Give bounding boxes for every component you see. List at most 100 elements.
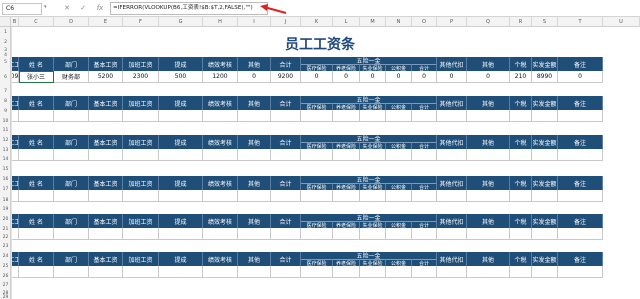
cell-base-salary[interactable] [89,149,123,161]
cell-employee-id[interactable] [11,266,19,278]
header-income-tax[interactable]: 个税 [510,57,532,71]
cell-medical[interactable] [301,149,333,161]
cell-income-tax[interactable] [510,110,532,122]
cell-medical[interactable] [301,190,333,202]
header-pension[interactable]: 养老保险 [333,103,360,110]
header-total[interactable]: 合计 [271,214,301,228]
cell-name[interactable]: 张小三 [19,71,54,83]
cell-performance[interactable] [203,228,238,240]
row-header-9[interactable]: 9 [0,109,11,114]
column-header-e[interactable]: E [89,17,123,27]
header-commission[interactable]: 提成 [159,135,203,149]
header-base-salary[interactable]: 基本工资 [89,135,123,149]
cell-unemployment[interactable] [360,228,386,240]
row-header-7[interactable]: 7 [0,89,11,94]
header-insurance-group[interactable]: 五险一金 [301,135,437,142]
header-unemployment[interactable]: 失业保险 [360,142,386,149]
header-other-withholding[interactable]: 其他代扣 [437,176,467,190]
cell-other2[interactable] [467,110,510,122]
header-base-salary[interactable]: 基本工资 [89,176,123,190]
header-other[interactable]: 其他 [238,135,271,149]
header-other-withholding[interactable]: 其他代扣 [437,214,467,228]
header-performance[interactable]: 绩效考核 [203,57,238,71]
column-header-g[interactable]: G [159,17,203,27]
header-overtime-pay[interactable]: 加班工资 [123,57,159,71]
cell-subtotal[interactable]: 0 [412,71,437,83]
header-other2[interactable]: 其他 [467,57,510,71]
cell-subtotal[interactable] [412,190,437,202]
cell-performance[interactable] [203,110,238,122]
name-box[interactable]: C6 [2,3,42,15]
cell-employee-id[interactable] [11,149,19,161]
cell-medical[interactable] [301,228,333,240]
cell-net-pay[interactable] [532,228,558,240]
column-header-f[interactable]: F [123,17,159,27]
cell-name[interactable] [19,228,54,240]
cell-remarks[interactable] [558,149,603,161]
cell-department[interactable] [54,266,89,278]
header-net-pay[interactable]: 实发金额 [532,252,558,266]
header-base-salary[interactable]: 基本工资 [89,214,123,228]
cell-pension[interactable] [333,149,360,161]
cell-total[interactable] [271,266,301,278]
cell-income-tax[interactable] [510,228,532,240]
cell-remarks[interactable]: 0 [558,71,603,83]
header-employee-id[interactable]: 员工工号 [11,176,19,190]
cell-unemployment[interactable] [360,110,386,122]
header-pension[interactable]: 养老保险 [333,142,360,149]
cell-income-tax[interactable]: 210 [510,71,532,83]
chevron-down-icon[interactable]: ▾ [44,4,47,10]
header-housing-fund[interactable]: 公积金 [386,221,412,228]
header-net-pay[interactable]: 实发金额 [532,135,558,149]
column-header-l[interactable]: L [333,17,360,27]
cell-name[interactable] [19,266,54,278]
cell-name[interactable] [19,110,54,122]
header-housing-fund[interactable]: 公积金 [386,183,412,190]
cell-name[interactable] [19,149,54,161]
cell-pension[interactable] [333,190,360,202]
header-medical[interactable]: 医疗保险 [301,221,333,228]
header-subtotal[interactable]: 合计 [412,259,437,266]
row-header-17[interactable]: 17 [0,187,11,192]
cell-medical[interactable]: 0 [301,71,333,83]
column-header-o[interactable]: O [412,17,437,27]
header-insurance-group[interactable]: 五险一金 [301,176,437,183]
cell-other2[interactable]: 0 [467,71,510,83]
cell-net-pay[interactable] [532,149,558,161]
row-header-27[interactable]: 27 [0,283,11,288]
cell-net-pay[interactable] [532,266,558,278]
cell-total[interactable] [271,149,301,161]
cell-overtime-pay[interactable]: 2300 [123,71,159,83]
header-name[interactable]: 姓 名 [19,176,54,190]
header-employee-id[interactable]: 员工工号 [11,252,19,266]
header-subtotal[interactable]: 合计 [412,64,437,71]
header-commission[interactable]: 提成 [159,57,203,71]
row-header-14[interactable]: 14 [0,157,11,162]
header-total[interactable]: 合计 [271,57,301,71]
header-remarks[interactable]: 备注 [558,96,603,110]
cell-performance[interactable] [203,190,238,202]
cell-medical[interactable] [301,110,333,122]
cell-other-withholding[interactable] [437,266,467,278]
cell-pension[interactable] [333,266,360,278]
cell-pension[interactable]: 0 [333,71,360,83]
cell-unemployment[interactable] [360,149,386,161]
cell-housing-fund[interactable] [386,110,412,122]
header-name[interactable]: 姓 名 [19,252,54,266]
cell-overtime-pay[interactable] [123,110,159,122]
cell-other-withholding[interactable] [437,149,467,161]
header-base-salary[interactable]: 基本工资 [89,96,123,110]
header-medical[interactable]: 医疗保险 [301,142,333,149]
cell-commission[interactable] [159,266,203,278]
column-header-h[interactable]: H [203,17,238,27]
cell-other2[interactable] [467,228,510,240]
header-housing-fund[interactable]: 公积金 [386,103,412,110]
cell-total[interactable]: 9200 [271,71,301,83]
header-unemployment[interactable]: 失业保险 [360,221,386,228]
column-header-s[interactable]: S [532,17,558,27]
header-remarks[interactable]: 备注 [558,57,603,71]
header-insurance-group[interactable]: 五险一金 [301,214,437,221]
cell-overtime-pay[interactable] [123,228,159,240]
row-header-20[interactable]: 20 [0,217,11,222]
row-header-12[interactable]: 12 [0,138,11,143]
